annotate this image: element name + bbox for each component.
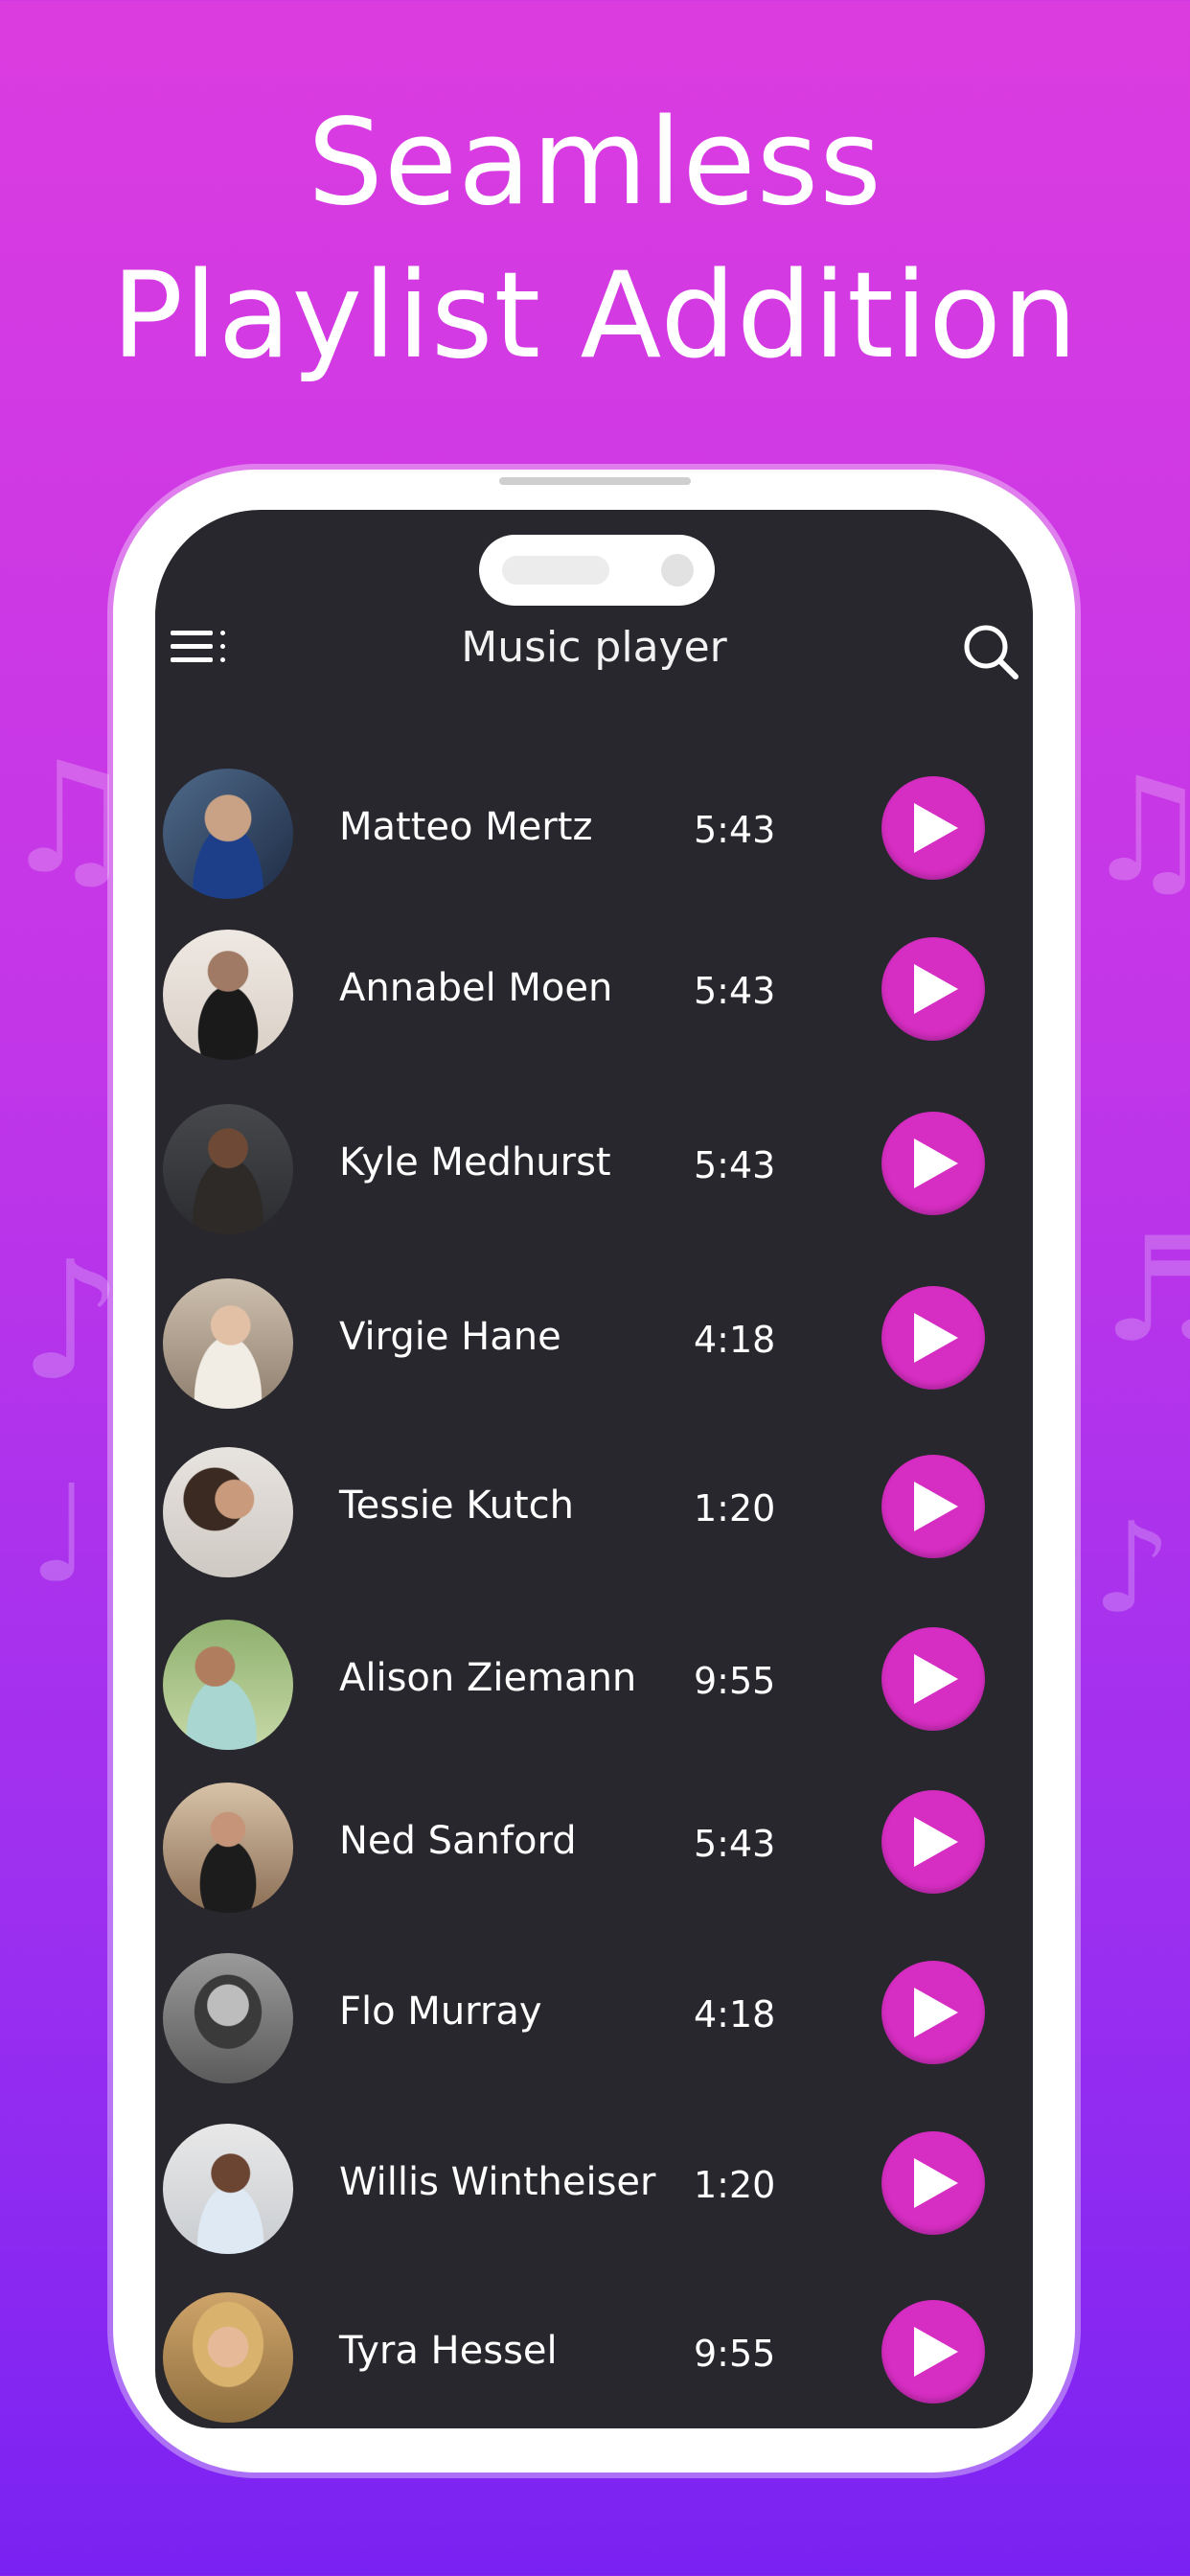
track-row[interactable]: Ned Sanford 5:43 xyxy=(155,1782,1033,1926)
play-icon xyxy=(914,1313,958,1363)
headline-line-2: Playlist Addition xyxy=(111,247,1079,385)
music-note-decoration-right: ♫ xyxy=(1083,748,1190,914)
app-screen: Music player Matteo Mertz 5:43 Annabel M… xyxy=(155,510,1033,2428)
headline: Seamless Playlist Addition xyxy=(0,86,1190,393)
play-icon xyxy=(914,1482,958,1531)
play-button[interactable] xyxy=(881,937,985,1041)
track-name: Virgie Hane xyxy=(339,1315,561,1359)
track-duration: 1:20 xyxy=(694,2164,776,2206)
play-icon xyxy=(914,2158,958,2208)
music-note-decoration-right-3: ♪ xyxy=(1092,1495,1172,1641)
music-note-decoration-left-2: ♪ xyxy=(19,1227,124,1416)
track-row[interactable]: Virgie Hane 4:18 xyxy=(155,1278,1033,1422)
play-icon xyxy=(914,1988,958,2037)
track-name: Alison Ziemann xyxy=(339,1656,637,1700)
track-duration: 5:43 xyxy=(694,809,776,851)
island-pill xyxy=(502,556,609,585)
play-icon xyxy=(914,1817,958,1867)
app-title: Music player xyxy=(461,623,727,672)
play-button[interactable] xyxy=(881,1455,985,1558)
avatar xyxy=(163,1104,293,1234)
track-duration: 5:43 xyxy=(694,1823,776,1865)
play-button[interactable] xyxy=(881,2131,985,2235)
dynamic-island xyxy=(479,535,715,606)
play-icon xyxy=(914,964,958,1014)
track-duration: 5:43 xyxy=(694,970,776,1012)
play-icon xyxy=(914,1138,958,1188)
track-name: Matteo Mertz xyxy=(339,805,593,849)
play-button[interactable] xyxy=(881,1627,985,1731)
track-duration: 5:43 xyxy=(694,1144,776,1186)
track-name: Kyle Medhurst xyxy=(339,1140,611,1184)
avatar xyxy=(163,1278,293,1409)
track-name: Tyra Hessel xyxy=(339,2329,558,2373)
music-note-decoration-right-2: ♬ xyxy=(1102,1208,1190,1374)
play-icon xyxy=(914,803,958,853)
avatar xyxy=(163,1620,293,1750)
track-row[interactable]: Tessie Kutch 1:20 xyxy=(155,1447,1033,1591)
avatar xyxy=(163,2124,293,2254)
avatar xyxy=(163,1782,293,1913)
track-duration: 1:20 xyxy=(694,1487,776,1530)
track-name: Ned Sanford xyxy=(339,1819,577,1863)
play-button[interactable] xyxy=(881,1961,985,2064)
headline-line-1: Seamless xyxy=(308,94,882,232)
track-row[interactable]: Flo Murray 4:18 xyxy=(155,1953,1033,2097)
track-name: Annabel Moen xyxy=(339,966,613,1010)
phone-frame: Music player Matteo Mertz 5:43 Annabel M… xyxy=(113,470,1075,2472)
music-note-decoration-left-3: ♩ xyxy=(29,1457,93,1613)
track-duration: 4:18 xyxy=(694,1319,776,1361)
play-button[interactable] xyxy=(881,1286,985,1390)
play-button[interactable] xyxy=(881,1112,985,1215)
avatar xyxy=(163,769,293,899)
track-duration: 4:18 xyxy=(694,1993,776,2036)
play-button[interactable] xyxy=(881,1790,985,1894)
play-button[interactable] xyxy=(881,776,985,880)
camera-icon xyxy=(661,554,694,586)
track-row[interactable]: Matteo Mertz 5:43 xyxy=(155,769,1033,912)
track-duration: 9:55 xyxy=(694,2333,776,2375)
track-row[interactable]: Annabel Moen 5:43 xyxy=(155,930,1033,1073)
track-row[interactable]: Willis Wintheiser 1:20 xyxy=(155,2124,1033,2267)
track-row[interactable]: Alison Ziemann 9:55 xyxy=(155,1620,1033,1763)
phone-top-speaker xyxy=(499,477,691,485)
play-button[interactable] xyxy=(881,2300,985,2404)
play-icon xyxy=(914,2327,958,2377)
avatar xyxy=(163,930,293,1060)
avatar xyxy=(163,1447,293,1577)
search-icon[interactable] xyxy=(960,621,1021,682)
track-duration: 9:55 xyxy=(694,1660,776,1702)
track-row[interactable]: Tyra Hessel 9:55 xyxy=(155,2292,1033,2428)
play-icon xyxy=(914,1654,958,1704)
track-name: Tessie Kutch xyxy=(339,1484,574,1528)
track-name: Flo Murray xyxy=(339,1990,542,2034)
track-row[interactable]: Kyle Medhurst 5:43 xyxy=(155,1104,1033,1248)
avatar xyxy=(163,1953,293,2083)
track-name: Willis Wintheiser xyxy=(339,2160,656,2204)
avatar xyxy=(163,2292,293,2423)
